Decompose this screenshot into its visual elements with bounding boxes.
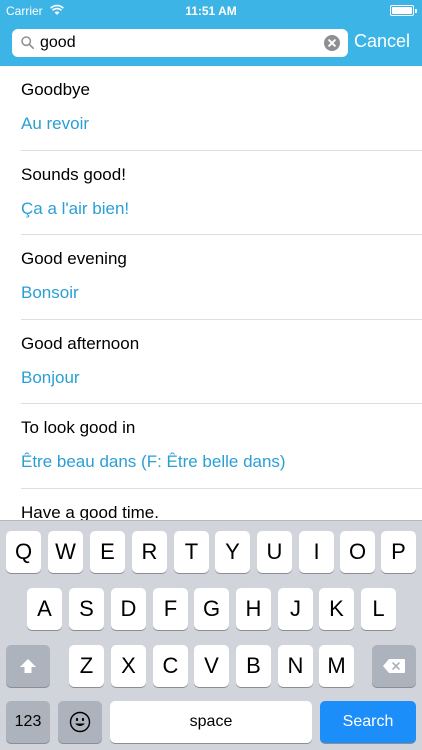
phrase-french: Bonsoir: [21, 283, 79, 302]
key-j[interactable]: J: [278, 588, 313, 630]
key-m[interactable]: M: [319, 645, 354, 687]
keyboard: Q W E R T Y U I O P A S D F G H J K L Z …: [0, 520, 422, 750]
list-item[interactable]: Have a good time.: [0, 489, 422, 521]
phrase-english: Goodbye: [21, 80, 90, 99]
phrase-english: Good afternoon: [21, 333, 140, 353]
status-time: 11:51 AM: [185, 4, 237, 18]
list-item[interactable]: Good evening Bonsoir: [0, 235, 422, 320]
key-g[interactable]: G: [194, 588, 229, 630]
delete-icon: [383, 659, 405, 673]
key-d[interactable]: D: [111, 588, 146, 630]
key-z[interactable]: Z: [69, 645, 104, 687]
key-w[interactable]: W: [48, 531, 83, 573]
list-item[interactable]: Sounds good! Ça a l'air bien!: [0, 151, 422, 235]
phrase-french: Ça a l'air bien!: [21, 198, 130, 218]
search-field[interactable]: [12, 29, 348, 57]
emoji-icon: [69, 711, 91, 733]
battery-icon: [390, 5, 417, 16]
key-a[interactable]: A: [27, 588, 62, 630]
key-u[interactable]: U: [257, 531, 292, 573]
key-k[interactable]: K: [319, 588, 354, 630]
key-r[interactable]: R: [132, 531, 167, 573]
key-s[interactable]: S: [69, 588, 104, 630]
list-item[interactable]: To look good in Être beau dans (F: Être …: [0, 404, 422, 489]
phrase-english: To look good in: [21, 418, 136, 437]
status-bar: Carrier 11:51 AM: [0, 0, 422, 22]
key-c[interactable]: C: [153, 645, 188, 687]
delete-key[interactable]: [372, 645, 416, 687]
key-y[interactable]: Y: [215, 531, 250, 573]
shift-key[interactable]: [6, 645, 50, 687]
key-p[interactable]: P: [381, 531, 416, 573]
key-l[interactable]: L: [361, 588, 396, 630]
emoji-key[interactable]: [58, 701, 102, 743]
numbers-key[interactable]: 123: [6, 701, 50, 743]
key-x[interactable]: X: [111, 645, 146, 687]
key-i[interactable]: I: [299, 531, 334, 573]
space-key[interactable]: space: [110, 701, 312, 743]
key-f[interactable]: F: [153, 588, 188, 630]
key-v[interactable]: V: [194, 645, 229, 687]
list-item[interactable]: Good afternoon Bonjour: [0, 320, 422, 404]
key-o[interactable]: O: [340, 531, 375, 573]
cancel-button[interactable]: Cancel: [354, 31, 410, 52]
clear-search-icon[interactable]: [324, 35, 340, 51]
list-item[interactable]: Goodbye Au revoir: [0, 66, 422, 151]
key-b[interactable]: B: [236, 645, 271, 687]
key-n[interactable]: N: [278, 645, 313, 687]
search-key[interactable]: Search: [320, 701, 416, 743]
phrase-english: Have a good time.: [21, 502, 159, 521]
phrase-french: Être beau dans (F: Être belle dans): [21, 452, 286, 471]
search-icon: [21, 36, 34, 49]
navigation-bar: Carrier 11:51 AM Cancel: [0, 0, 422, 66]
shift-arrow-icon: [20, 659, 36, 673]
results-list: Goodbye Au revoir Sounds good! Ça a l'ai…: [0, 66, 422, 520]
phrase-english: Good evening: [21, 249, 127, 268]
phrase-english: Sounds good!: [21, 164, 126, 184]
phrase-french: Bonjour: [21, 367, 80, 387]
key-h[interactable]: H: [236, 588, 271, 630]
phrase-french: Au revoir: [21, 114, 90, 133]
key-q[interactable]: Q: [6, 531, 41, 573]
key-t[interactable]: T: [174, 531, 209, 573]
search-input[interactable]: [40, 32, 330, 54]
key-e[interactable]: E: [90, 531, 125, 573]
